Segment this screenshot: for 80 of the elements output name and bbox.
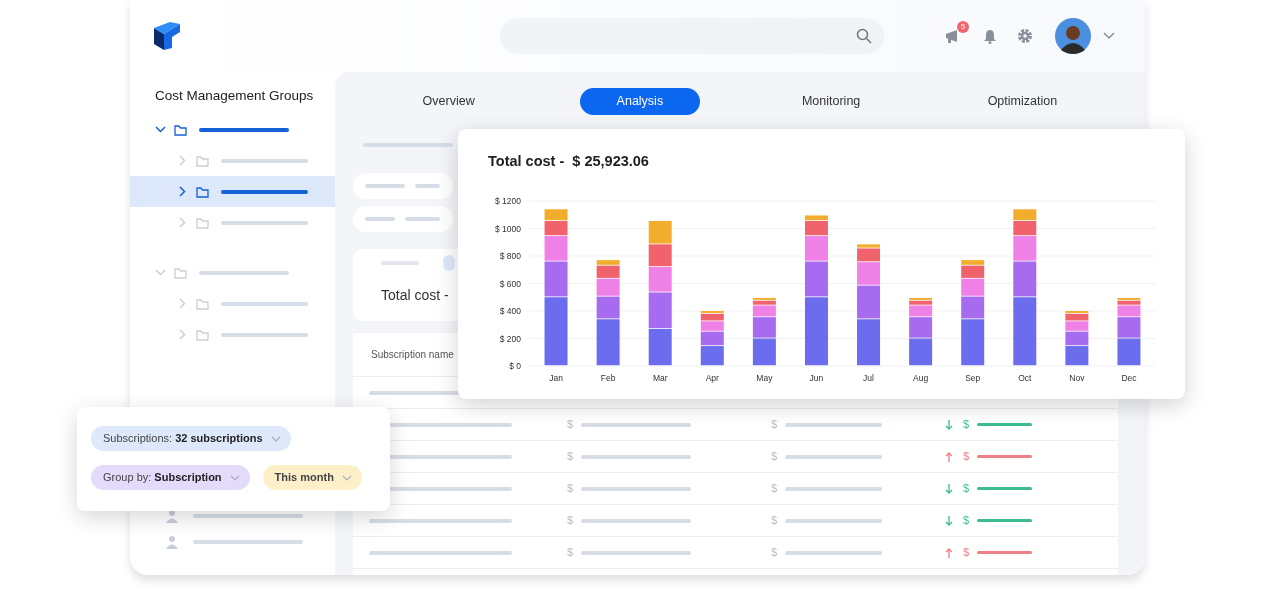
currency-sign: $ — [567, 417, 575, 433]
user-icon — [165, 535, 179, 549]
axis-label: Dec — [1121, 373, 1137, 383]
placeholder-line — [365, 217, 395, 221]
folder-icon — [174, 266, 187, 279]
placeholder-line — [405, 217, 440, 221]
axis-label: $ 1000 — [495, 223, 521, 234]
avatar-icon[interactable] — [1055, 18, 1091, 54]
currency-sign: $ — [963, 449, 971, 465]
chart-title: Total cost - $ 25,923.06 — [488, 152, 649, 171]
currency-sign: $ — [567, 545, 575, 561]
folder-icon — [196, 154, 209, 167]
axis-label: Oct — [1018, 373, 1032, 383]
axis-label: Aug — [913, 373, 929, 383]
currency-sign: $ — [963, 513, 971, 529]
axis-label: $ 0 — [509, 361, 521, 371]
chevron-icon[interactable] — [341, 474, 352, 481]
tab[interactable]: Optimization — [962, 88, 1083, 115]
settings-icon[interactable] — [1017, 28, 1033, 44]
chevron-icon[interactable] — [1103, 32, 1115, 40]
chevron-icon[interactable] — [229, 474, 240, 481]
currency-sign: $ — [771, 513, 779, 529]
placeholder-line — [365, 184, 405, 188]
axis-label: Nov — [1069, 373, 1085, 383]
currency-sign: $ — [771, 449, 779, 465]
filter-chip[interactable]: Subscriptions: 32 subscriptions — [91, 426, 291, 451]
chevron-icon[interactable] — [270, 435, 281, 442]
axis-label: May — [756, 373, 773, 383]
axis-label: Jun — [809, 373, 824, 383]
filter-pill[interactable] — [353, 206, 453, 232]
axis-label: Sep — [965, 373, 981, 383]
currency-sign: $ — [567, 449, 575, 465]
folder-icon — [196, 328, 209, 341]
placeholder-line — [977, 423, 1032, 426]
tab[interactable]: Overview — [388, 88, 509, 115]
filter-chip[interactable]: This month — [262, 465, 362, 490]
axis-label: Jan — [549, 373, 563, 383]
currency-sign: $ — [771, 545, 779, 561]
tab[interactable]: Analysis — [579, 88, 700, 115]
currency-sign: $ — [963, 545, 971, 561]
axis-label: Apr — [705, 373, 719, 383]
axis-label: $ 600 — [499, 278, 521, 289]
filter-chip[interactable]: Group by: Subscription — [91, 465, 250, 490]
currency-sign: $ — [567, 481, 575, 497]
bell-icon[interactable] — [983, 28, 997, 44]
search-field[interactable] — [500, 18, 884, 54]
user-icon — [165, 509, 179, 523]
currency-sign: $ — [771, 481, 779, 497]
toggle-pill — [443, 255, 455, 271]
tree-item[interactable] — [130, 176, 335, 208]
axis-label: $ 400 — [499, 306, 521, 316]
folder-icon — [196, 216, 209, 229]
folder-icon — [174, 123, 187, 136]
chevron-right-icon[interactable] — [177, 186, 188, 198]
notification-badge: 5 — [957, 21, 969, 33]
currency-sign: $ — [963, 417, 971, 433]
placeholder-line — [977, 551, 1032, 554]
axis-label: $ 800 — [499, 251, 521, 261]
axis-label: $ 200 — [499, 333, 521, 344]
currency-sign: $ — [771, 417, 779, 433]
sidebar-title: Cost Management Groups — [154, 87, 315, 105]
placeholder-line — [977, 455, 1032, 458]
axis-label: Feb — [600, 373, 616, 383]
placeholder-line — [415, 184, 440, 188]
placeholder-line — [977, 519, 1032, 522]
logo-icon[interactable] — [154, 22, 180, 50]
axis-label: Mar — [652, 373, 668, 383]
currency-sign: $ — [963, 481, 971, 497]
search-icon — [856, 28, 872, 44]
folder-icon — [196, 185, 209, 198]
axis-label: $ 1200 — [495, 196, 521, 206]
chevron-down-icon[interactable] — [155, 124, 166, 136]
tab[interactable]: Monitoring — [771, 88, 892, 115]
folder-icon — [196, 297, 209, 310]
placeholder-line — [977, 487, 1032, 490]
axis-label: Jul — [863, 373, 874, 383]
currency-sign: $ — [567, 513, 575, 529]
summary-title: Total cost - — [381, 286, 449, 305]
filter-pill[interactable] — [353, 173, 453, 199]
column-header: Subscription name — [371, 348, 454, 362]
